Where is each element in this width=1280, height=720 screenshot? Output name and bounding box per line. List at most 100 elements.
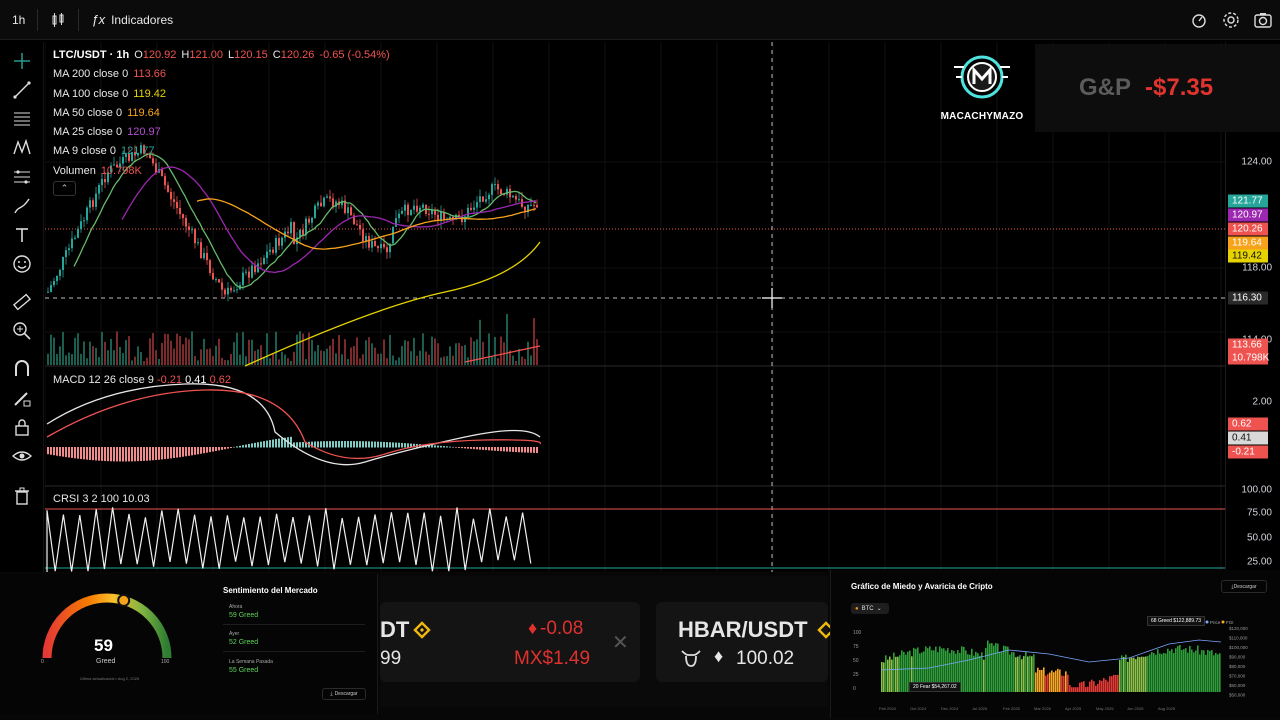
alert-icon[interactable] xyxy=(1190,11,1208,29)
candle-body xyxy=(341,200,343,206)
measure-tool[interactable] xyxy=(11,291,33,313)
collapse-legend-button[interactable]: ⌃ xyxy=(53,181,76,196)
ma100-label[interactable]: MA 100 close 0 xyxy=(53,85,128,104)
volume-bar xyxy=(440,357,442,365)
y-axis-label: $60,000 xyxy=(1229,683,1246,688)
macd-legend[interactable]: MACD 12 26 close 9 -0.21 0.41 0.62 xyxy=(53,374,231,386)
fear-greed-download-button[interactable]: ⤓ Descargar xyxy=(1221,580,1267,593)
macd-histogram-bar xyxy=(71,447,73,458)
candle-body xyxy=(275,238,277,253)
lock-drawing-tool[interactable] xyxy=(11,387,33,409)
zoom-tool[interactable] xyxy=(11,320,33,342)
macd-histogram-bar xyxy=(383,441,385,448)
macd-signal-line xyxy=(46,389,541,460)
candle-body xyxy=(377,245,379,249)
y-axis-label: 100 xyxy=(853,630,862,636)
macd-histogram-bar xyxy=(146,447,148,461)
ma9-label[interactable]: MA 9 close 0 xyxy=(53,142,116,161)
volume-bar xyxy=(65,355,67,365)
lock-tool[interactable] xyxy=(11,416,33,438)
y-axis-label: $120,000 xyxy=(1229,626,1248,631)
volume-bar xyxy=(68,352,70,365)
close-icon[interactable]: ✕ xyxy=(612,630,629,655)
volume-bar xyxy=(224,360,226,365)
macd-histogram-bar xyxy=(488,447,490,451)
x-axis-label: May 2025 xyxy=(1096,706,1114,711)
fgi-bar xyxy=(1177,646,1179,692)
indicators-button[interactable]: ƒx Indicadores xyxy=(79,0,185,40)
y-axis-label: $70,000 xyxy=(1229,674,1246,679)
symbol-title[interactable]: LTC/USDT · 1h xyxy=(53,46,129,65)
ticker-pair: DT xyxy=(380,617,410,642)
volume-bar xyxy=(272,353,274,365)
fgi-bar xyxy=(1023,656,1025,692)
macd-histogram-bar xyxy=(359,441,361,448)
macd-histogram-bar xyxy=(392,442,394,448)
prediction-tool[interactable] xyxy=(11,166,33,188)
magnet-tool[interactable] xyxy=(11,358,33,380)
volume-bar xyxy=(131,360,133,365)
ma25-label[interactable]: MA 25 close 0 xyxy=(53,123,122,142)
macd-histogram-bar xyxy=(191,447,193,456)
macd-histogram-bar xyxy=(299,442,301,448)
price-ticker: DT 99 ♦ -0.08 MX$1.49 ✕ HBAR/USDT ♦ 100.… xyxy=(380,576,835,706)
delete-tool[interactable] xyxy=(11,485,33,507)
volume-bar xyxy=(407,341,409,365)
legend-swatch xyxy=(1205,620,1209,624)
crosshair-tool[interactable] xyxy=(11,50,33,72)
macd-histogram-bar xyxy=(536,447,538,454)
candle-body xyxy=(62,256,64,271)
visibility-tool[interactable] xyxy=(11,445,33,467)
fgi-bar xyxy=(1061,675,1063,692)
macd-histogram-bar xyxy=(317,441,319,448)
chart-type-button[interactable] xyxy=(38,0,78,40)
macd-histogram-bar xyxy=(512,447,514,452)
volume-bar xyxy=(500,336,502,365)
fgi-bar xyxy=(1083,681,1085,692)
macd-histogram-bar xyxy=(68,447,70,458)
volume-bar xyxy=(302,333,304,365)
settings-icon[interactable] xyxy=(1222,11,1240,29)
volume-bar xyxy=(158,358,160,365)
download-label: Descargar xyxy=(334,691,358,697)
emoji-tool[interactable] xyxy=(11,253,33,275)
coin-selector[interactable]: ● BTC ⌄ xyxy=(851,603,889,614)
macd-histogram-bar xyxy=(65,447,67,458)
macd-histogram-bar xyxy=(137,447,139,462)
volume-bar xyxy=(374,347,376,365)
axis-label: 124.00 xyxy=(1241,156,1272,168)
candle-body xyxy=(401,210,403,214)
trendline-tool[interactable] xyxy=(11,79,33,101)
brush-tool[interactable] xyxy=(11,195,33,217)
macd-histogram-bar xyxy=(374,441,376,448)
fgi-bar xyxy=(1039,669,1041,692)
ticker-card[interactable]: HBAR/USDT ♦ 100.02 xyxy=(656,602,835,682)
fear-greed-title: Gráfico de Miedo y Avaricia de Cripto xyxy=(851,582,993,591)
fear-greed-chart[interactable]: 100 75 50 25 0 $120,000 $110,000 $100,000 $90,00… xyxy=(849,620,1259,712)
macd-histogram-bar xyxy=(350,441,352,448)
fib-tool[interactable] xyxy=(11,108,33,130)
pattern-tool[interactable] xyxy=(11,137,33,159)
volume-bar xyxy=(488,333,490,365)
fgi-bar xyxy=(1217,654,1219,692)
gem-icon: ♦ xyxy=(714,646,724,666)
macd-histogram-bar xyxy=(53,447,55,456)
candle-body xyxy=(77,228,79,238)
volume-bar xyxy=(176,333,178,365)
candle-body xyxy=(395,218,397,227)
crsi-legend[interactable]: CRSI 3 2 100 10.03 xyxy=(53,493,150,505)
sentiment-download-button[interactable]: ⤓ Descargar xyxy=(322,688,366,700)
trash-icon xyxy=(15,487,29,505)
ma200-label[interactable]: MA 200 close 0 xyxy=(53,65,128,84)
macd-histogram-bar xyxy=(521,447,523,453)
text-tool[interactable] xyxy=(11,224,33,246)
fgi-bar xyxy=(1097,683,1099,692)
camera-icon[interactable] xyxy=(1254,11,1272,29)
volume-label[interactable]: Volumen xyxy=(53,162,96,181)
ma50-label[interactable]: MA 50 close 0 xyxy=(53,104,122,123)
interval-button[interactable]: 1h xyxy=(0,0,37,40)
ticker-card[interactable]: DT 99 ♦ -0.08 MX$1.49 ✕ xyxy=(380,602,640,682)
volume-bar xyxy=(476,339,478,365)
candle-body xyxy=(86,207,88,221)
volume-bar xyxy=(344,339,346,365)
